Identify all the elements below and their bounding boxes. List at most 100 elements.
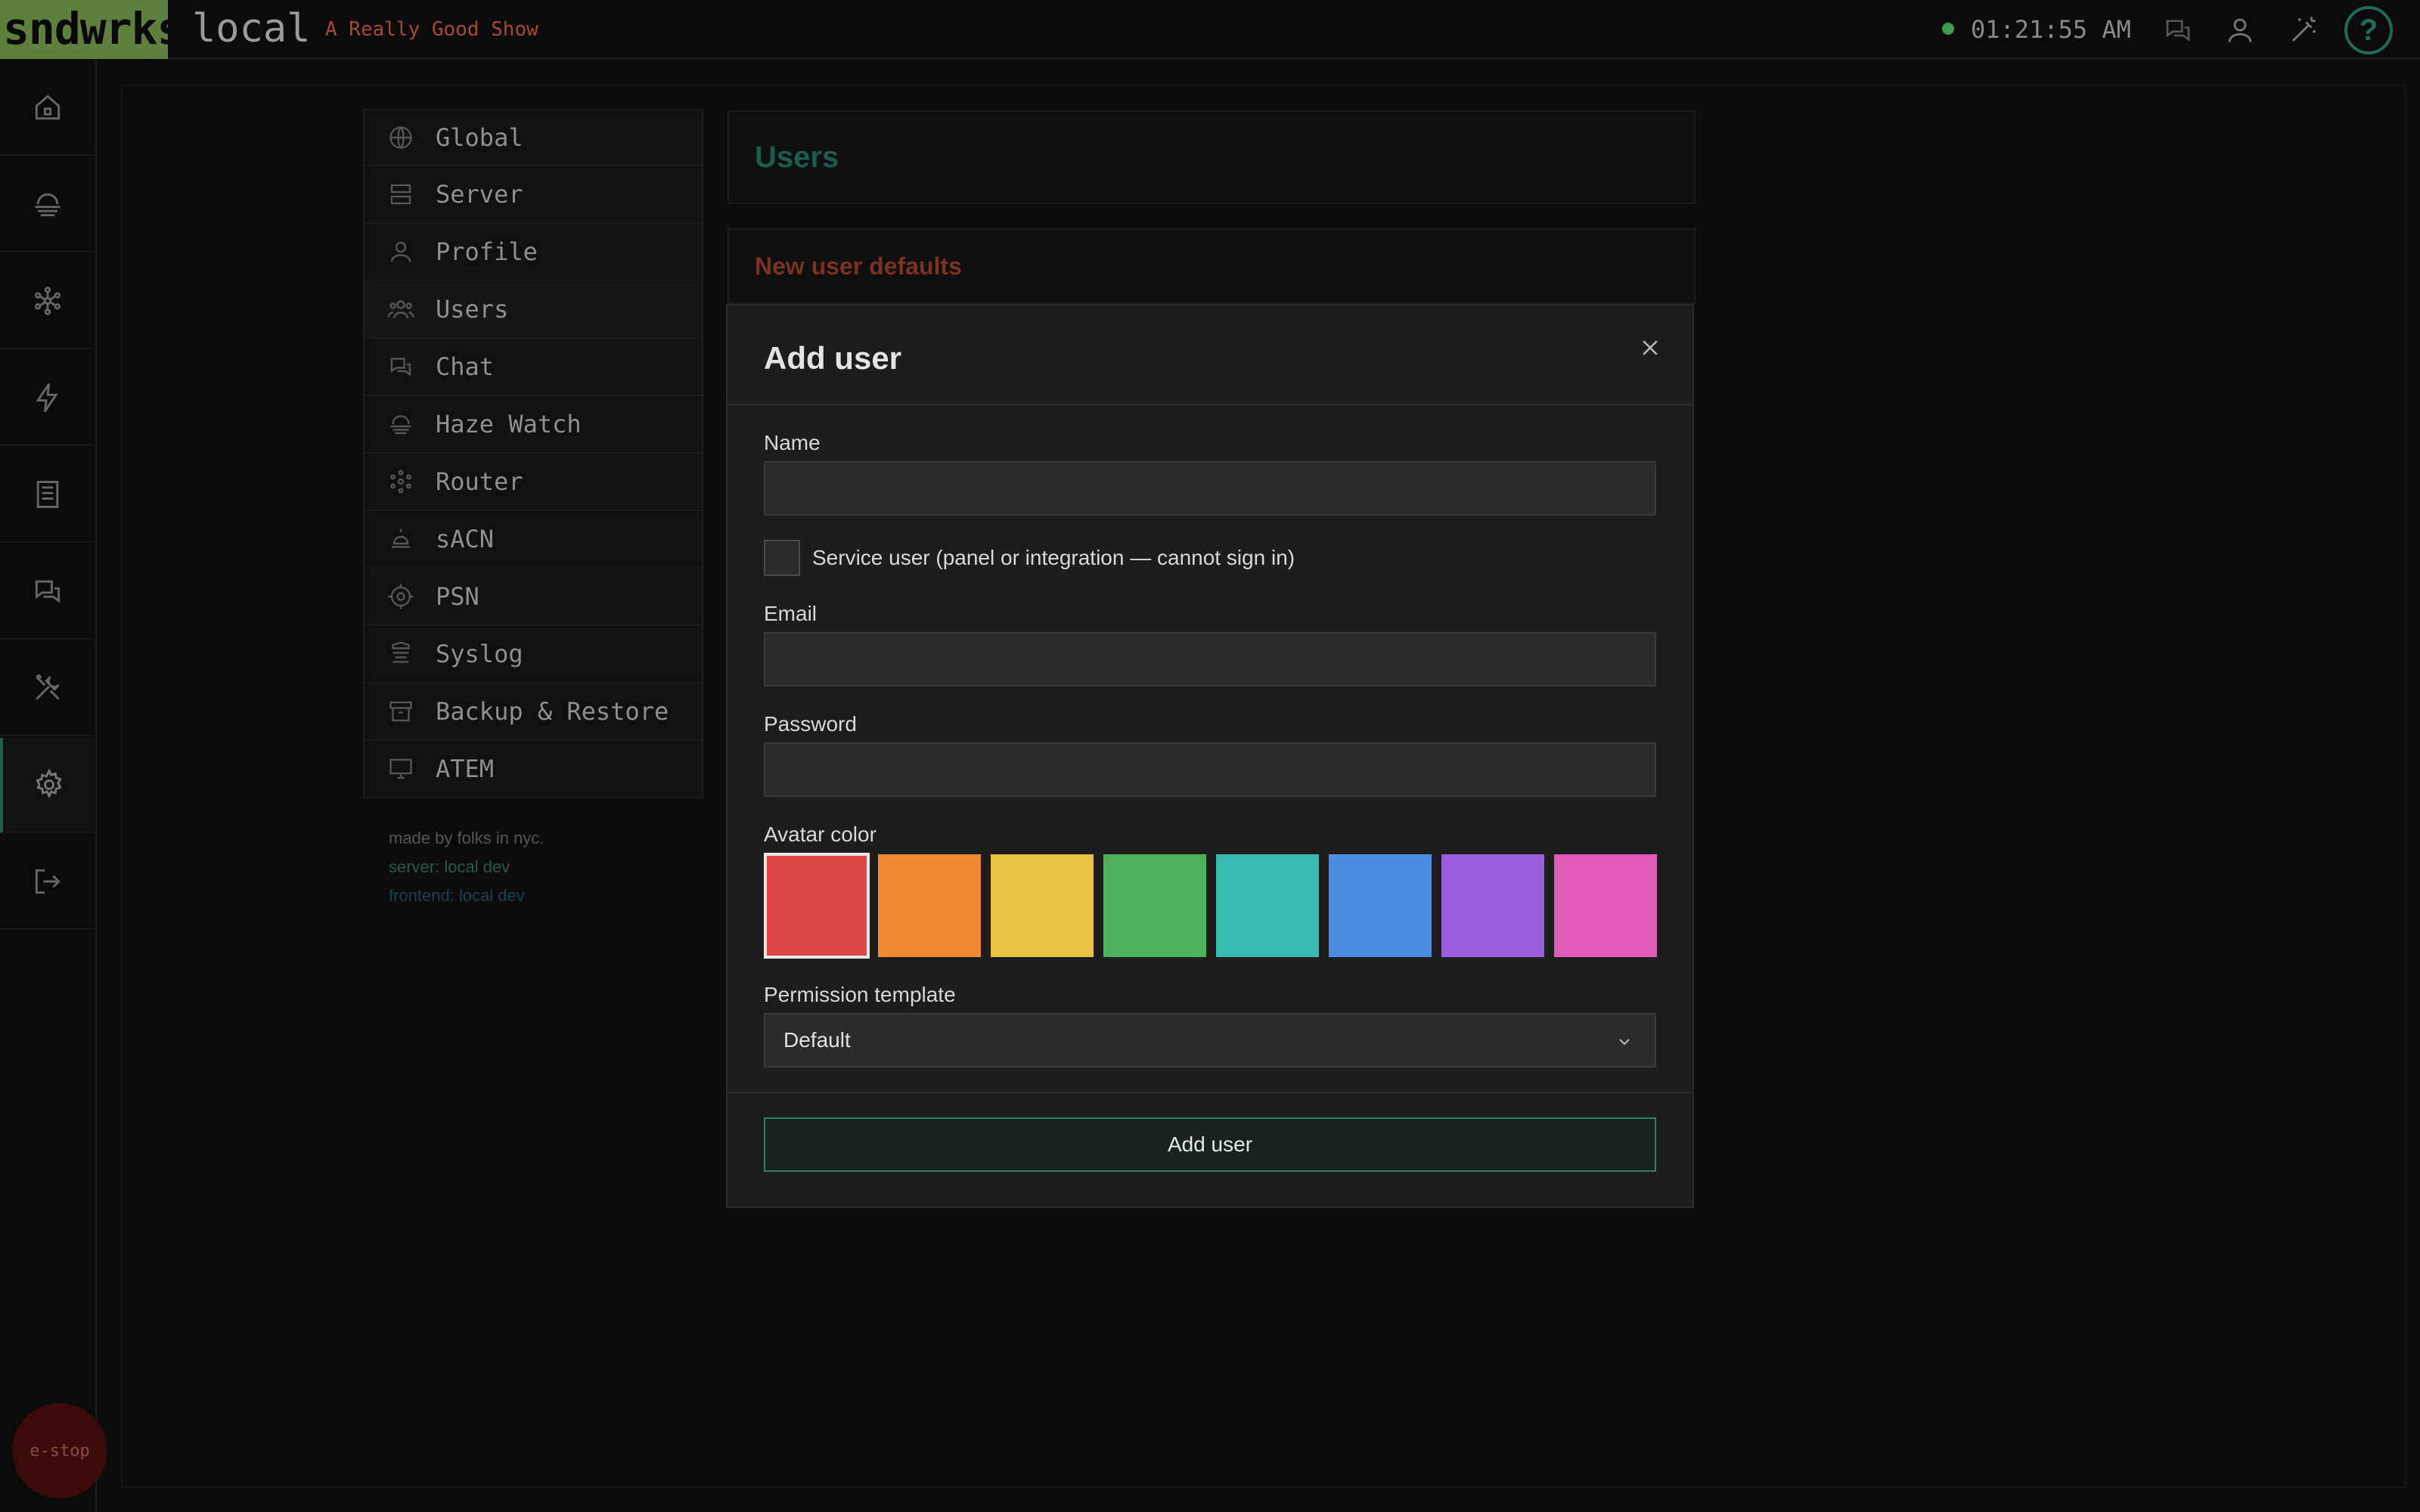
logout-icon: [35, 869, 60, 894]
password-input[interactable]: [764, 742, 1656, 797]
connection-status-dot: [1942, 23, 1954, 35]
settings-nav-router[interactable]: Router: [363, 454, 703, 511]
light-icon: [392, 528, 410, 548]
users-panel: Users: [728, 110, 1696, 204]
email-label: Email: [764, 602, 818, 625]
lightning-icon: [36, 383, 58, 413]
settings-nav-label: Haze Watch: [436, 410, 582, 438]
top-bar: sndwrks local A Really Good Show 01:21:5…: [0, 0, 2420, 59]
archive-icon: [389, 701, 412, 722]
settings-nav-label: Chat: [436, 352, 495, 381]
rail-documents[interactable]: [0, 448, 95, 543]
settings-nav-psn[interactable]: PSN: [363, 569, 703, 626]
tools-icon: [36, 674, 60, 700]
avatar-color-swatch[interactable]: [876, 853, 982, 959]
chat-icon: [390, 358, 411, 376]
permission-template-label: Permission template: [764, 983, 956, 1006]
router-icon: [34, 287, 61, 315]
settings-nav-chat[interactable]: Chat: [363, 339, 703, 396]
help-button[interactable]: ?: [2344, 6, 2393, 54]
settings-nav-label: Router: [436, 467, 523, 496]
magic-wand-icon[interactable]: [2287, 14, 2320, 47]
document-icon: [36, 481, 59, 508]
globe-icon: [389, 126, 412, 149]
settings-nav-backup-restore[interactable]: Backup & Restore: [363, 683, 703, 741]
settings-nav-label: Syslog: [436, 640, 523, 668]
settings-nav-label: Server: [436, 180, 523, 209]
settings-nav-profile[interactable]: Profile: [363, 224, 703, 281]
modal-divider: [728, 1092, 1692, 1093]
avatar-color-swatch[interactable]: [1215, 853, 1320, 959]
settings-nav-label: sACN: [436, 525, 495, 553]
permission-template-select[interactable]: Default: [764, 1013, 1656, 1067]
avatar-color-swatch[interactable]: [1553, 853, 1658, 959]
show-name: A Really Good Show: [325, 18, 538, 41]
server-version: server: local dev: [389, 857, 510, 876]
settings-nav-haze-watch[interactable]: Haze Watch: [363, 396, 703, 454]
service-user-checkbox[interactable]: [764, 540, 800, 576]
avatar-color-swatch[interactable]: [1102, 853, 1208, 959]
users-icon: [387, 300, 414, 319]
rail-home[interactable]: [0, 60, 95, 156]
clock: 01:21:55 AM: [1971, 15, 2131, 44]
rail-tools[interactable]: [0, 641, 95, 736]
avatar-color-swatch[interactable]: [1327, 853, 1433, 959]
rail-router[interactable]: [0, 254, 95, 349]
rail-haze[interactable]: [0, 157, 95, 253]
build-info: made by folks in nyc. server: local dev …: [389, 824, 544, 910]
close-icon: [1643, 340, 1658, 355]
estop-button[interactable]: e-stop: [12, 1403, 107, 1498]
add-user-modal: Add user Name Service user (panel or int…: [726, 304, 1694, 1208]
settings-nav-label: Backup & Restore: [436, 697, 669, 726]
router-icon: [390, 469, 411, 494]
haze-icon: [390, 415, 411, 435]
section-title: New user defaults: [755, 253, 962, 280]
close-button[interactable]: [1634, 331, 1667, 364]
settings-nav: Global Server Profile Users Chat Haze Wa…: [363, 109, 703, 798]
avatar-color-swatch[interactable]: [989, 853, 1095, 959]
haze-icon: [35, 193, 60, 217]
credit-text: made by folks in nyc.: [389, 829, 544, 847]
target-icon: [388, 584, 414, 609]
avatar-color-label: Avatar color: [764, 823, 876, 846]
log-icon: [392, 641, 410, 663]
chevron-down-icon: [1619, 1039, 1630, 1046]
service-user-label[interactable]: Service user (panel or integration — can…: [812, 546, 1295, 570]
add-user-button[interactable]: Add user: [764, 1117, 1656, 1172]
password-label: Password: [764, 712, 857, 736]
name-input[interactable]: [764, 461, 1656, 516]
modal-header: Add user: [728, 305, 1692, 405]
user-icon[interactable]: [2223, 14, 2257, 47]
chat-icon[interactable]: [2161, 14, 2195, 47]
email-input[interactable]: [764, 632, 1656, 686]
gear-icon: [36, 768, 62, 798]
rail-chat[interactable]: [0, 544, 95, 640]
settings-nav-syslog[interactable]: Syslog: [363, 626, 703, 683]
modal-title: Add user: [764, 340, 902, 376]
environment-label: local: [192, 6, 311, 51]
settings-nav-label: ATEM: [436, 754, 495, 783]
settings-nav-users[interactable]: Users: [363, 281, 703, 339]
settings-nav-label: Global: [436, 123, 523, 152]
avatar-color-picker: [764, 853, 1659, 959]
user-icon: [390, 241, 411, 262]
name-label: Name: [764, 431, 821, 454]
settings-nav-server[interactable]: Server: [363, 166, 703, 224]
page-title: Users: [755, 141, 839, 174]
rail-settings[interactable]: [0, 738, 95, 833]
settings-nav-sacn[interactable]: sACN: [363, 511, 703, 569]
rail-automation[interactable]: [0, 351, 95, 446]
avatar-color-swatch[interactable]: [1440, 853, 1546, 959]
rail-logout[interactable]: [0, 835, 95, 930]
home-icon: [35, 94, 60, 120]
permission-template-value: Default: [783, 1028, 851, 1052]
settings-nav-global[interactable]: Global: [363, 109, 703, 166]
app-logo[interactable]: sndwrks: [0, 0, 183, 59]
avatar-color-swatch[interactable]: [764, 853, 870, 959]
server-icon: [390, 184, 411, 205]
settings-nav-label: Profile: [436, 237, 538, 266]
settings-nav-label: PSN: [436, 582, 479, 611]
frontend-version: frontend: local dev: [389, 886, 525, 905]
settings-nav-atem[interactable]: ATEM: [363, 741, 703, 798]
chat-icon: [35, 580, 60, 603]
